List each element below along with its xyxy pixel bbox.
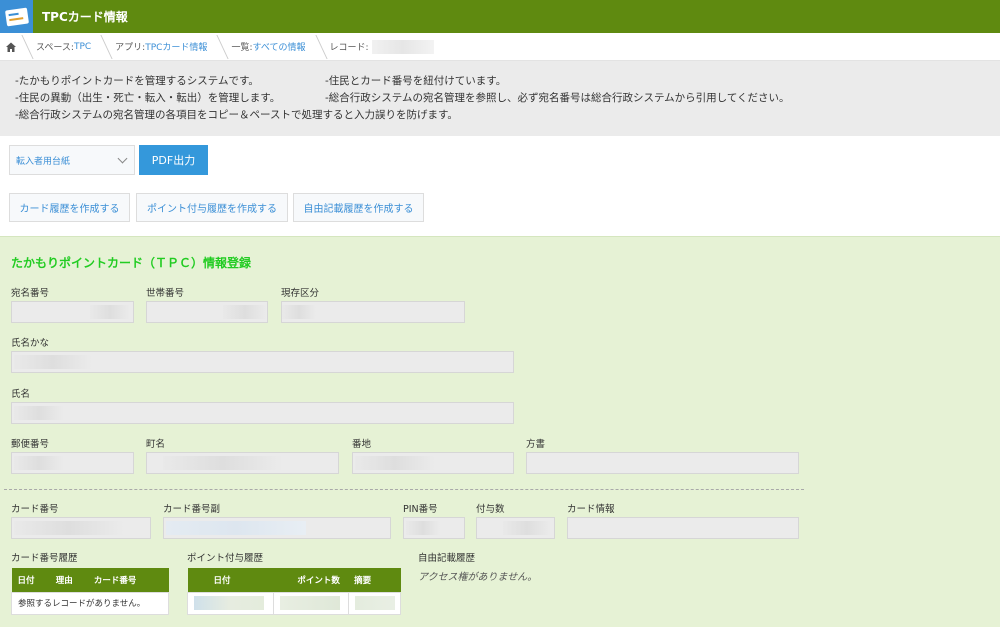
no-access-message: アクセス権がありません。 xyxy=(418,572,538,583)
create-card-history-button[interactable]: カード履歴を作成する xyxy=(9,193,130,222)
point-history-label: ポイント付与履歴 xyxy=(187,553,264,564)
description-line: -住民とカード番号を紐付けています。 xyxy=(325,75,507,87)
column-header: ポイント数 xyxy=(273,568,349,592)
card-no-label: カード番号 xyxy=(11,504,59,515)
setai-label: 世帯番号 xyxy=(146,288,185,299)
description-line: -住民の異動（出生・死亡・転入・転出）を管理します。 xyxy=(15,92,281,104)
genzon-field[interactable] xyxy=(281,301,465,323)
breadcrumb-record: レコード: xyxy=(316,33,444,61)
pdf-export-button[interactable]: PDF出力 xyxy=(139,145,208,175)
empty-message: 参照するレコードがありません。 xyxy=(11,591,169,615)
atena-field[interactable] xyxy=(11,301,134,323)
breadcrumb-app-link[interactable]: TPCカード情報 xyxy=(145,40,207,53)
name-label: 氏名 xyxy=(11,389,31,400)
create-free-history-button[interactable]: 自由記載履歴を作成する xyxy=(293,193,424,222)
card-no-field[interactable] xyxy=(11,517,151,539)
points-field[interactable] xyxy=(476,517,555,539)
postal-field[interactable] xyxy=(11,452,134,474)
record-form: たかもりポイントカード（ＴＰＣ）情報登録 宛名番号 世帯番号 現存区分 氏名かな… xyxy=(0,236,1000,627)
point-history-table: 日付 ポイント数 摘要 xyxy=(187,568,402,615)
column-header: 摘要 xyxy=(348,568,401,592)
table-cell xyxy=(272,591,349,615)
section-divider xyxy=(4,489,804,490)
app-title: TPCカード情報 xyxy=(42,10,128,24)
genzon-label: 現存区分 xyxy=(281,288,320,299)
breadcrumb-space-link[interactable]: TPC xyxy=(74,42,91,52)
column-header: 理由 xyxy=(49,568,88,592)
card-no-sub-label: カード番号副 xyxy=(163,504,221,515)
create-point-history-button[interactable]: ポイント付与履歴を作成する xyxy=(136,193,288,222)
kana-field[interactable] xyxy=(11,351,514,373)
card-history-table: 日付 理由 カード番号 参照するレコードがありません。 xyxy=(11,568,169,615)
breadcrumb-app: アプリ: TPCカード情報 xyxy=(101,33,217,61)
pin-field[interactable] xyxy=(403,517,465,539)
description-line: -たかもりポイントカードを管理するシステムです。 xyxy=(15,75,259,87)
record-id-redacted xyxy=(371,39,434,54)
card-icon[interactable] xyxy=(0,0,33,33)
breadcrumb-space-label: スペース: xyxy=(36,43,74,53)
table-row[interactable] xyxy=(187,591,402,615)
card-history-label: カード番号履歴 xyxy=(11,553,78,564)
breadcrumb: スペース: TPC アプリ: TPCカード情報 一覧: すべての情報 レコード: xyxy=(0,33,1000,61)
table-cell xyxy=(347,591,402,615)
form-title: たかもりポイントカード（ＴＰＣ）情報登録 xyxy=(11,256,252,270)
postal-label: 郵便番号 xyxy=(11,439,50,450)
breadcrumb-app-label: アプリ: xyxy=(115,43,146,53)
breadcrumb-space: スペース: TPC xyxy=(22,33,101,61)
template-select[interactable]: 転入者用台紙 xyxy=(9,145,135,175)
breadcrumb-record-label: レコード: xyxy=(329,43,369,53)
points-label: 付与数 xyxy=(476,504,505,515)
card-info-field[interactable] xyxy=(567,517,799,539)
column-header: カード番号 xyxy=(87,568,169,592)
gata-field[interactable] xyxy=(526,452,799,474)
name-field[interactable] xyxy=(11,402,514,424)
breadcrumb-list-link[interactable]: すべての情報 xyxy=(252,40,305,53)
breadcrumb-list-label: 一覧: xyxy=(231,43,253,53)
chevron-down-icon xyxy=(117,153,128,164)
gata-label: 方書 xyxy=(526,439,546,450)
breadcrumb-list: 一覧: すべての情報 xyxy=(217,33,315,61)
banchi-label: 番地 xyxy=(352,439,372,450)
column-header: 日付 xyxy=(11,568,50,592)
town-field[interactable] xyxy=(146,452,339,474)
column-header: 日付 xyxy=(187,568,274,592)
app-description: -たかもりポイントカードを管理するシステムです。 -住民とカード番号を紐付けてい… xyxy=(0,61,1000,136)
free-history-label: 自由記載履歴 xyxy=(418,553,476,564)
banchi-field[interactable] xyxy=(352,452,514,474)
town-label: 町名 xyxy=(146,439,166,450)
template-select-value: 転入者用台紙 xyxy=(16,156,71,167)
description-line: -総合行政システムの宛名管理の各項目をコピー＆ペーストで処理すると入力誤りを防げ… xyxy=(15,109,458,121)
app-header: TPCカード情報 xyxy=(0,0,1000,33)
card-info-label: カード情報 xyxy=(567,504,615,515)
atena-label: 宛名番号 xyxy=(11,288,50,299)
setai-field[interactable] xyxy=(146,301,268,323)
card-no-sub-field[interactable] xyxy=(163,517,391,539)
description-line: -総合行政システムの宛名管理を参照し、必ず宛名番号は総合行政システムから引用して… xyxy=(325,92,790,104)
kana-label: 氏名かな xyxy=(11,338,50,349)
pin-label: PIN番号 xyxy=(403,504,438,515)
table-cell xyxy=(187,591,274,615)
